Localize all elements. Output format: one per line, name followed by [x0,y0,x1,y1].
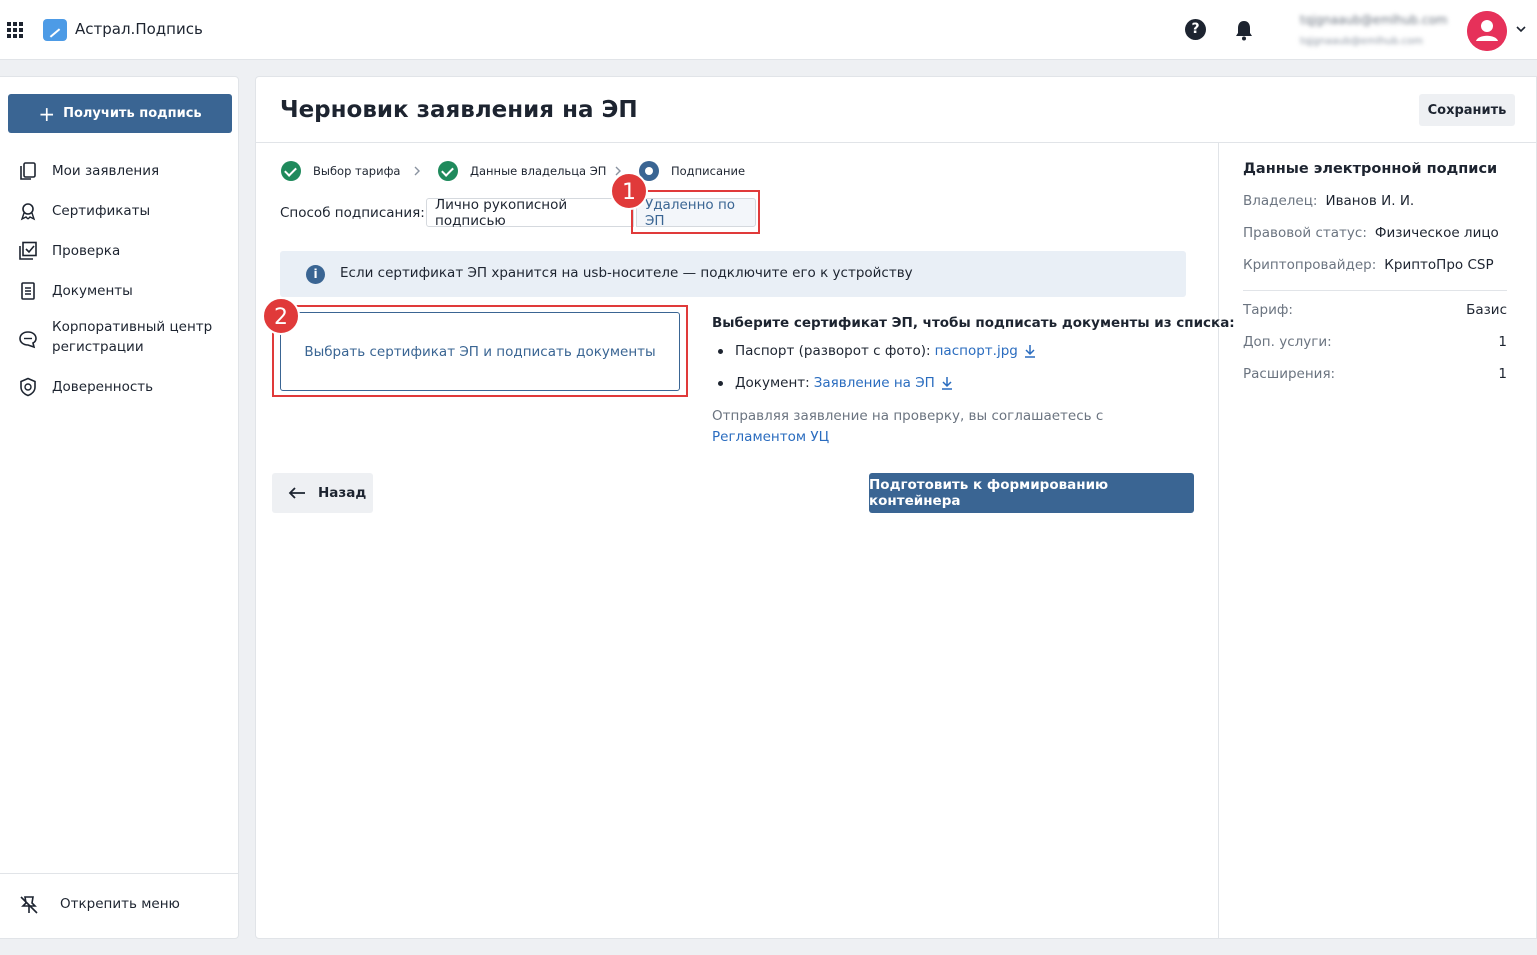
help-icon[interactable]: ? [1185,19,1206,40]
sidebar-item-power-of-attorney[interactable]: Доверенность [0,375,238,399]
divider [1218,143,1219,939]
crypto-value: КриптоПро CSP [1384,257,1494,273]
page-title: Черновик заявления на ЭП [280,97,638,123]
tariff-value: Базис [1466,302,1507,318]
chevron-right-icon [414,166,420,176]
apps-grid-icon[interactable] [7,22,23,38]
legal-status-row: Правовой статус: Физическое лицо [1243,225,1499,241]
extensions-value: 1 [1498,366,1507,382]
step-label: Подписание [671,164,746,178]
sidebar-item-label: Сертификаты [52,203,151,219]
app-name[interactable]: Астрал.Подпись [75,20,203,38]
user-email[interactable]: tqjgnaaub@emlhub.com [1300,13,1448,27]
crypto-key: Криптопровайдер: [1243,257,1377,273]
divider [256,142,1537,143]
instruction-label: Паспорт (разворот с фото): [735,343,931,359]
unpin-label: Открепить меню [60,896,180,912]
bullet [718,380,723,386]
avatar[interactable] [1467,11,1507,51]
save-button[interactable]: Сохранить [1419,94,1515,126]
step-tariff[interactable]: Выбор тарифа [281,161,400,181]
bell-icon[interactable] [1234,19,1254,41]
crypto-provider-row: Криптопровайдер: КриптоПро CSP [1243,257,1494,273]
back-label: Назад [318,485,367,501]
sidebar-item-label: Проверка [52,243,121,259]
services-row: Доп. услуги: 1 [1243,334,1507,350]
copy-icon [20,162,36,180]
signing-method-label: Способ подписания: [280,205,425,221]
extensions-row: Расширения: 1 [1243,366,1507,382]
sidebar-item-certificates[interactable]: Сертификаты [0,199,238,223]
owner-row: Владелец: Иванов И. И. [1243,193,1414,209]
step-signing[interactable]: Подписание [639,161,745,181]
back-button[interactable]: Назад [272,473,373,513]
step-owner-data[interactable]: Данные владельца ЭП [438,161,606,181]
sidebar: + Получить подпись Мои заявления Сертифи… [0,76,239,939]
main-panel: Черновик заявления на ЭП Сохранить Выбор… [255,76,1537,939]
signature-data-title: Данные электронной подписи [1243,161,1498,177]
step-label: Выбор тарифа [313,164,401,178]
sidebar-item-label: Документы [52,283,133,299]
get-sign-button[interactable]: + Получить подпись [8,94,232,133]
services-value: 1 [1498,334,1507,350]
chat-icon [19,331,37,349]
shield-icon [20,377,36,397]
callout-box-1 [631,190,760,234]
arrow-left-icon [288,487,305,499]
sidebar-item-label: Мои заявления [52,163,160,179]
sidebar-item-label: Корпоративный центр [52,319,213,335]
download-icon[interactable] [941,376,953,390]
check-circle-icon [281,161,301,181]
document-icon [21,282,35,300]
unpin-menu-button[interactable]: Открепить меню [0,873,238,939]
application-link[interactable]: Заявление на ЭП [814,375,935,391]
regulations-link[interactable]: Регламентом УЦ [712,429,829,445]
sidebar-item-corporate-center[interactable]: Корпоративный центр регистрации [0,317,238,361]
method-option-handwritten[interactable]: Лично рукописной подписью [426,197,634,229]
list-item: Паспорт (разворот с фото): паспорт.jpg [718,343,1036,359]
sidebar-item-applications[interactable]: Мои заявления [0,159,238,183]
instructions-title: Выберите сертификат ЭП, чтобы подписать … [712,315,1235,331]
passport-link[interactable]: паспорт.jpg [935,343,1018,359]
sidebar-item-label: Доверенность [52,379,154,395]
list-item: Документ: Заявление на ЭП [718,375,953,391]
callout-badge-2: 2 [262,297,300,335]
plus-icon: + [38,101,56,126]
sidebar-item-label-line2: регистрации [52,339,144,355]
bullet [718,348,723,354]
callout-badge-1: 1 [610,172,648,210]
logo-icon [43,19,67,41]
step-label: Данные владельца ЭП [470,164,607,178]
divider [1243,290,1507,291]
unpin-icon [20,896,38,914]
consent-label: Отправляя заявление на проверку, вы согл… [712,408,1104,424]
prepare-container-button[interactable]: Подготовить к формированию контейнера [869,473,1194,513]
chevron-down-icon[interactable] [1516,24,1526,34]
download-icon[interactable] [1024,344,1036,358]
check-box-icon [19,241,37,260]
instruction-label: Документ: [735,375,810,391]
extensions-key: Расширения: [1243,366,1336,382]
info-banner: i Если сертификат ЭП хранится на usb-нос… [280,251,1186,297]
consent-text: Отправляя заявление на проверку, вы согл… [712,406,1132,448]
tariff-row: Тариф: Базис [1243,302,1507,318]
services-key: Доп. услуги: [1243,334,1332,350]
info-text: Если сертификат ЭП хранится на usb-носит… [340,265,913,281]
sidebar-item-documents[interactable]: Документы [0,279,238,303]
award-icon [20,203,36,221]
tariff-key: Тариф: [1243,302,1293,318]
callout-box-2 [272,305,688,397]
check-circle-icon [438,161,458,181]
status-value: Физическое лицо [1374,225,1499,241]
sidebar-item-verification[interactable]: Проверка [0,239,238,263]
info-icon: i [306,265,325,284]
owner-value: Иванов И. И. [1325,193,1415,209]
user-email-secondary: tqjgnaaub@emlhub.com [1300,36,1423,47]
top-bar: Астрал.Подпись ? tqjgnaaub@emlhub.com tq… [0,0,1537,60]
status-key: Правовой статус: [1243,225,1367,241]
get-sign-label: Получить подпись [63,106,202,121]
owner-key: Владелец: [1243,193,1318,209]
